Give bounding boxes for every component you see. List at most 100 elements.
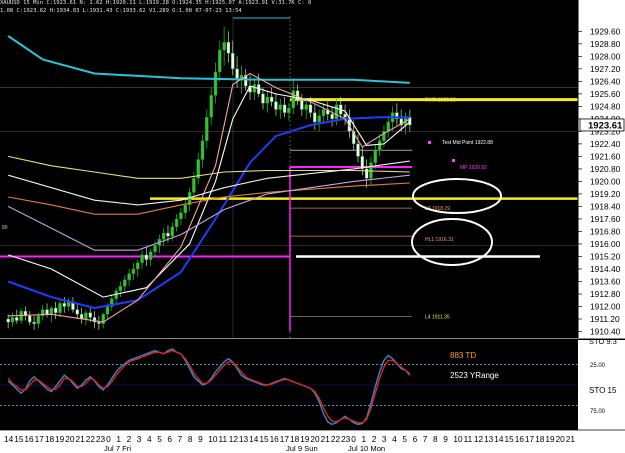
candle-body bbox=[334, 104, 339, 120]
candle-body bbox=[373, 149, 377, 163]
time-tick-label: 2 bbox=[127, 434, 132, 444]
candle-body bbox=[291, 90, 295, 109]
level-label: RMR 1925.23 bbox=[425, 98, 456, 104]
td-label: 883 TD bbox=[450, 351, 476, 360]
time-tick-label: 10 bbox=[453, 434, 463, 444]
osc-axis-background bbox=[578, 340, 625, 430]
plot-background bbox=[0, 16, 578, 338]
osc-legend-label: STO 9.3 bbox=[589, 337, 617, 346]
time-tick-label: 0 bbox=[351, 434, 356, 444]
candle-body bbox=[140, 254, 144, 263]
candle-body bbox=[226, 42, 231, 54]
candle-body bbox=[205, 117, 209, 141]
time-axis[interactable]: 14 15 16 17 18 19 20 21 22 23 0 1 2 3 4 5 6 7 8 9 10 11 12 13 14… bbox=[0, 429, 625, 453]
header-line-1: XAUUSD 15 Min C:1923.61 N: 1.62 H:1920.1… bbox=[0, 0, 312, 6]
candle-body bbox=[304, 104, 308, 110]
yrange-label: 2523 YRange bbox=[450, 371, 499, 380]
candle-body bbox=[200, 140, 205, 160]
level-label: MP 1920.92 bbox=[460, 165, 487, 171]
price-tick-label: 1919.20 bbox=[590, 189, 621, 199]
candle-body bbox=[356, 143, 360, 157]
time-tick-label: 21 bbox=[321, 434, 331, 444]
time-tick-label: 18 bbox=[290, 434, 300, 444]
time-tick-label: 19 bbox=[545, 434, 555, 444]
time-tick-label: 17 bbox=[525, 434, 535, 444]
price-tick-label: 1916.80 bbox=[590, 227, 621, 237]
candle-body bbox=[269, 96, 274, 102]
time-tick-label: 7 bbox=[423, 434, 428, 444]
trading-chart-window: { "header": { "line1": "XAUUSD 15 Min C:… bbox=[0, 0, 625, 453]
misc-label: 80 bbox=[2, 225, 8, 231]
candle-body bbox=[213, 71, 218, 96]
time-tick-label: 16 bbox=[515, 434, 525, 444]
candle-body bbox=[84, 312, 88, 320]
candle-body bbox=[45, 309, 49, 315]
time-tick-label: 15 bbox=[259, 434, 269, 444]
price-tick-label: 1922.40 bbox=[590, 139, 621, 149]
level-label: HL1 1916.31 bbox=[425, 237, 454, 243]
candle-body bbox=[377, 140, 382, 151]
level-label: Test Mid Point 1922.88 bbox=[442, 140, 493, 146]
candle-body bbox=[183, 204, 187, 213]
time-tick-label: 11 bbox=[464, 434, 473, 444]
candle-body bbox=[209, 95, 213, 118]
price-tick-label: 1928.00 bbox=[590, 52, 621, 62]
candle-body bbox=[32, 321, 36, 324]
time-tick-label: 14 bbox=[494, 434, 504, 444]
candle-body bbox=[317, 115, 321, 123]
price-tick-label: 1926.40 bbox=[590, 77, 621, 87]
candle-body bbox=[148, 251, 153, 260]
candle-body bbox=[118, 285, 123, 292]
candle-body bbox=[49, 307, 54, 315]
candle-body bbox=[36, 315, 41, 324]
candle-body bbox=[58, 303, 62, 313]
candle-body bbox=[265, 96, 270, 104]
candle-body bbox=[343, 113, 347, 118]
candle-body bbox=[62, 303, 67, 307]
price-tick-label: 1912.80 bbox=[590, 289, 621, 299]
time-tick-label: 18 bbox=[535, 434, 545, 444]
candle-body bbox=[97, 321, 101, 324]
candle-body bbox=[278, 104, 282, 110]
time-tick-label: 2 bbox=[372, 434, 377, 444]
time-tick-label: 11 bbox=[219, 434, 228, 444]
time-tick-label: 3 bbox=[137, 434, 142, 444]
candle-body bbox=[274, 101, 278, 110]
candle-body bbox=[161, 232, 166, 240]
time-tick-label: 6 bbox=[167, 434, 172, 444]
time-tick-label: 15 bbox=[14, 434, 24, 444]
candle-body bbox=[170, 226, 174, 237]
price-tick-label: 1915.20 bbox=[590, 252, 621, 262]
candle-body bbox=[321, 109, 326, 116]
time-tick-label: 3 bbox=[382, 434, 387, 444]
candle-body bbox=[136, 262, 140, 270]
price-tick-label: 1929.60 bbox=[590, 27, 621, 37]
time-tick-label: 6 bbox=[413, 434, 418, 444]
time-tick-label: 19 bbox=[300, 434, 310, 444]
time-tick-label: 1 bbox=[362, 434, 367, 444]
time-tick-label: 19 bbox=[55, 434, 65, 444]
time-tick-label: 16 bbox=[24, 434, 34, 444]
candle-body bbox=[10, 317, 15, 323]
candle-body bbox=[300, 99, 304, 110]
time-tick-label: 16 bbox=[270, 434, 280, 444]
time-tick-label: 17 bbox=[280, 434, 290, 444]
price-tick-label: 1925.60 bbox=[590, 89, 621, 99]
time-tick-label: 21 bbox=[566, 434, 576, 444]
time-tick-label: 23 bbox=[341, 434, 351, 444]
candle-body bbox=[222, 42, 226, 51]
candle-body bbox=[153, 245, 157, 252]
date-label: Jul 7 Fri bbox=[104, 444, 131, 453]
time-tick-label: 4 bbox=[392, 434, 397, 444]
main-plot-area bbox=[0, 16, 578, 338]
candle-body bbox=[105, 306, 110, 315]
osc-axis-label: 25.00 bbox=[590, 363, 606, 369]
time-tick-label: 20 bbox=[556, 434, 566, 444]
price-tick-label: 1928.80 bbox=[590, 39, 621, 49]
time-tick-label: 14 bbox=[249, 434, 259, 444]
time-tick-label: 13 bbox=[239, 434, 249, 444]
time-tick-label: 0 bbox=[106, 434, 111, 444]
candle-body bbox=[192, 178, 196, 193]
candle-body bbox=[166, 232, 170, 237]
time-tick-label: 20 bbox=[65, 434, 75, 444]
